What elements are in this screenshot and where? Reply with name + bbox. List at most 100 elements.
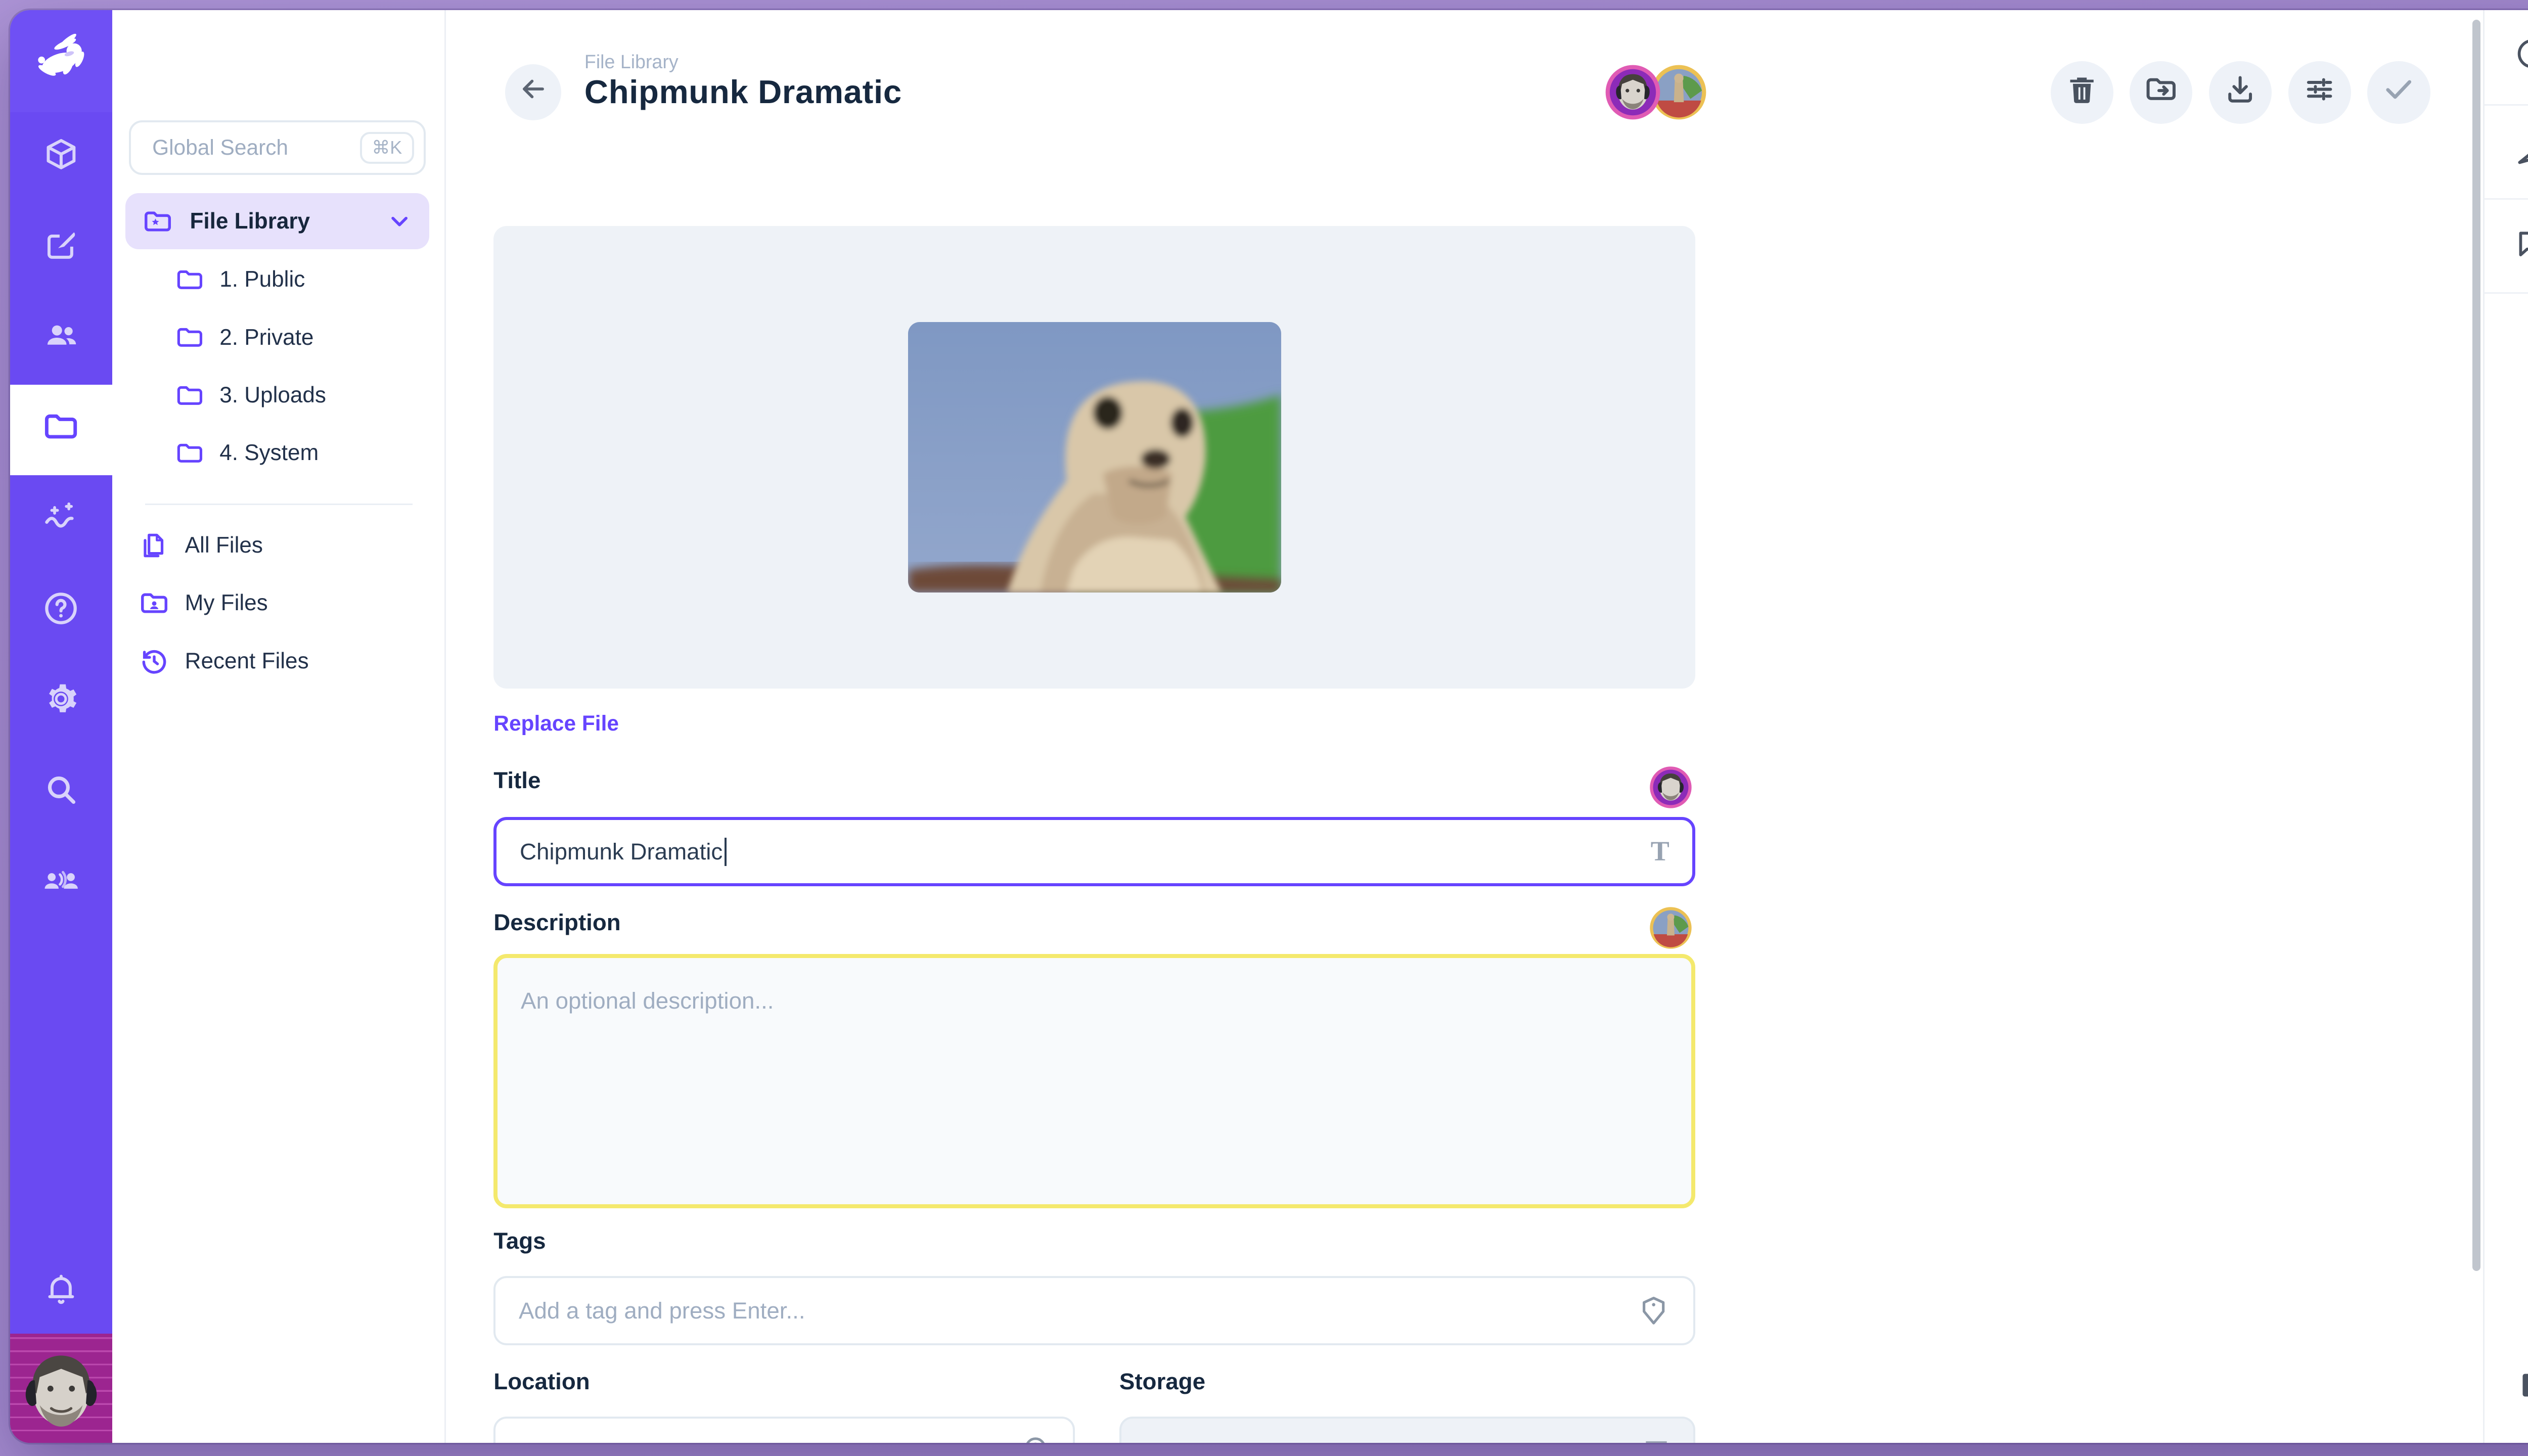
title-input[interactable]: Chipmunk Dramatic T bbox=[493, 817, 1695, 886]
title-input-value: Chipmunk Dramatic bbox=[520, 839, 723, 865]
bell-icon bbox=[43, 1271, 79, 1314]
arrow-left-icon bbox=[518, 73, 549, 111]
edit-details-button[interactable] bbox=[2288, 61, 2351, 124]
revisions-button[interactable] bbox=[2485, 1347, 2528, 1430]
replace-file-link[interactable]: Replace File bbox=[493, 711, 619, 736]
notifications-button[interactable]: 1 bbox=[2485, 106, 2528, 200]
description-field-label: Description bbox=[493, 909, 620, 936]
folder-icon bbox=[42, 407, 80, 452]
users-icon bbox=[42, 317, 80, 361]
page-title: Chipmunk Dramatic bbox=[584, 73, 902, 111]
folder-icon bbox=[175, 323, 205, 352]
sidebar-item-file-library[interactable]: File Library bbox=[125, 193, 429, 249]
download-icon bbox=[2224, 73, 2256, 112]
tune-icon bbox=[2303, 73, 2336, 112]
tags-placeholder: Add a tag and press Enter... bbox=[519, 1298, 805, 1324]
folder-label: 4. System bbox=[219, 440, 319, 466]
notifications-icon: 1 bbox=[2514, 134, 2528, 171]
comments-button[interactable] bbox=[2485, 200, 2528, 294]
main-scrollbar-track[interactable] bbox=[2470, 10, 2483, 1443]
sidebar-folder-uploads[interactable]: 3. Uploads bbox=[125, 367, 429, 424]
directus-app-window: Global Search ⌘K File Library 1. Public bbox=[10, 10, 2528, 1443]
sidebar-folder-system[interactable]: 4. System bbox=[125, 424, 429, 482]
main-content: File Library Chipmunk Dramatic bbox=[446, 10, 2470, 1443]
header-actions bbox=[2051, 61, 2430, 124]
module-search[interactable] bbox=[10, 748, 112, 839]
clipboard-clock-icon bbox=[2514, 1367, 2528, 1410]
link-label: Recent Files bbox=[185, 649, 309, 674]
history-icon bbox=[139, 646, 170, 677]
chevron-down-icon[interactable] bbox=[386, 208, 413, 234]
title-icon: T bbox=[1651, 836, 1669, 868]
folder-star-icon bbox=[142, 206, 173, 237]
folder-icon bbox=[175, 381, 205, 411]
description-placeholder: An optional description... bbox=[521, 988, 774, 1014]
folder-icon bbox=[175, 438, 205, 468]
description-editing-avatar bbox=[1649, 906, 1692, 949]
folder-move-icon bbox=[2144, 72, 2179, 113]
module-users[interactable] bbox=[10, 294, 112, 385]
file-preview-panel[interactable] bbox=[493, 226, 1695, 688]
delete-button[interactable] bbox=[2051, 61, 2113, 124]
module-insights[interactable] bbox=[10, 475, 112, 566]
folder-label: 2. Private bbox=[219, 325, 313, 350]
info-icon bbox=[2515, 36, 2528, 78]
save-button[interactable] bbox=[2367, 61, 2430, 124]
gear-icon bbox=[42, 680, 80, 724]
right-sidebar: 1 bbox=[2483, 10, 2528, 1443]
check-icon bbox=[2381, 72, 2416, 113]
module-file-library[interactable] bbox=[10, 385, 112, 476]
module-translations[interactable] bbox=[10, 839, 112, 930]
nav-divider bbox=[145, 504, 413, 505]
module-bar-spacer bbox=[10, 929, 112, 1251]
tags-input[interactable]: Add a tag and press Enter... bbox=[493, 1276, 1695, 1345]
sidebar-folder-public[interactable]: 1. Public bbox=[125, 251, 429, 308]
move-to-folder-button[interactable] bbox=[2130, 61, 2192, 124]
link-label: My Files bbox=[185, 590, 268, 616]
storage-input-disabled bbox=[1119, 1417, 1696, 1443]
folder-label: 1. Public bbox=[219, 267, 305, 292]
sidebar-item-my-files[interactable]: My Files bbox=[125, 574, 429, 632]
tag-icon bbox=[1637, 1294, 1670, 1327]
rabbit-icon bbox=[26, 23, 96, 99]
pink-ring-user-avatar bbox=[1605, 64, 1661, 120]
storage-field-label: Storage bbox=[1119, 1369, 1205, 1395]
download-button[interactable] bbox=[2209, 61, 2272, 124]
help-icon bbox=[42, 589, 80, 634]
presence-avatar-user[interactable] bbox=[1605, 64, 1661, 120]
global-search-input[interactable]: Global Search ⌘K bbox=[129, 120, 426, 175]
file-info-button[interactable] bbox=[2485, 10, 2528, 104]
storage-icon bbox=[1641, 1435, 1672, 1443]
location-input[interactable] bbox=[493, 1417, 1074, 1443]
interpreter-icon bbox=[41, 861, 81, 907]
nav-sidebar: Global Search ⌘K File Library 1. Public bbox=[112, 10, 446, 1443]
directus-logo[interactable] bbox=[10, 10, 112, 112]
location-pin-icon bbox=[1020, 1435, 1051, 1443]
link-label: All Files bbox=[185, 533, 263, 558]
sidebar-divider bbox=[2485, 292, 2528, 294]
current-user-avatar[interactable] bbox=[10, 1334, 112, 1443]
folder-label: 3. Uploads bbox=[219, 383, 326, 408]
man-with-headphones-avatar bbox=[17, 1343, 106, 1438]
module-editor[interactable] bbox=[10, 203, 112, 294]
sidebar-item-recent-files[interactable]: Recent Files bbox=[125, 632, 429, 690]
module-content[interactable] bbox=[10, 112, 112, 203]
description-textarea[interactable]: An optional description... bbox=[493, 954, 1695, 1208]
sidebar-folder-private[interactable]: 2. Private bbox=[125, 309, 429, 367]
search-icon bbox=[43, 771, 79, 814]
back-button[interactable] bbox=[505, 64, 561, 120]
breadcrumb[interactable]: File Library bbox=[584, 51, 679, 73]
box-icon bbox=[43, 136, 79, 179]
global-search-placeholder: Global Search bbox=[152, 135, 288, 160]
notifications-bell-button[interactable] bbox=[10, 1251, 112, 1334]
sidebar-item-label: File Library bbox=[190, 209, 310, 234]
comment-icon bbox=[2515, 226, 2528, 267]
search-shortcut-badge: ⌘K bbox=[360, 132, 414, 164]
location-field-label: Location bbox=[493, 1369, 590, 1395]
module-settings[interactable] bbox=[10, 657, 112, 748]
module-help[interactable] bbox=[10, 566, 112, 657]
title-field-label: Title bbox=[493, 767, 540, 794]
main-scrollbar-thumb[interactable] bbox=[2472, 20, 2480, 1271]
sidebar-item-all-files[interactable]: All Files bbox=[125, 517, 429, 574]
edit-square-icon bbox=[43, 227, 79, 270]
